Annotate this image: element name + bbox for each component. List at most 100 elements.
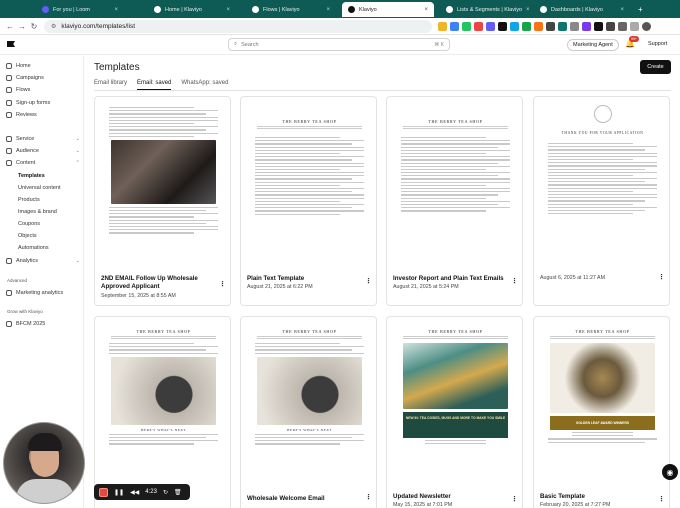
template-card[interactable]: THE BERRY TEA SHOP HERE'S WHAT'S NEXT — [94, 316, 231, 508]
more-options-icon[interactable]: ⋮ — [511, 495, 518, 503]
sidebar-item-content[interactable]: Content ⌃ — [6, 157, 80, 168]
more-options-icon[interactable]: ⋮ — [219, 280, 226, 288]
site-info-icon[interactable]: ⚙ — [51, 23, 56, 30]
sidebar-sub-objects[interactable]: Objects — [18, 233, 37, 239]
sidebar-sub-images-brand[interactable]: Images & brand — [18, 209, 57, 215]
search-shortcut: ⌘ K — [434, 41, 444, 48]
extension-icon[interactable] — [486, 22, 495, 31]
extension-icon[interactable] — [522, 22, 531, 31]
close-icon[interactable]: × — [620, 7, 624, 13]
sidebar-item-home[interactable]: Home — [6, 60, 80, 71]
extension-icon[interactable] — [630, 22, 639, 31]
sidebar-sub-automations[interactable]: Automations — [18, 245, 49, 251]
chevron-down-icon: ⌄ — [75, 135, 80, 142]
star-icon — [6, 111, 12, 118]
browser-tab-active[interactable]: Klaviyo × — [342, 2, 434, 17]
sidebar-item-service[interactable]: Service ⌄ — [6, 133, 80, 144]
trash-icon[interactable]: 🗑 — [174, 489, 182, 496]
preview-brand: THE BERRY TEA SHOP — [282, 119, 337, 124]
sidebar-sub-templates[interactable]: Templates — [18, 173, 45, 179]
extension-icon[interactable] — [546, 22, 555, 31]
close-icon[interactable]: × — [526, 7, 530, 13]
back-icon[interactable]: ← — [4, 22, 16, 31]
restart-icon[interactable]: ↻ — [163, 489, 168, 496]
reload-icon[interactable]: ↻ — [28, 22, 40, 31]
bell-icon[interactable]: 🔔 99+ — [625, 36, 639, 48]
close-icon[interactable]: × — [424, 7, 428, 13]
search-input[interactable]: ⌕ Search ⌘ K — [228, 38, 450, 51]
extension-icon[interactable] — [498, 22, 507, 31]
sidebar-sub-products[interactable]: Products — [18, 197, 40, 203]
app-header: ⌕ Search ⌘ K Marketing Agent 🔔 99+ Suppo… — [0, 35, 680, 55]
browser-tab[interactable]: Lists & Segments | Klaviyo × — [440, 2, 530, 17]
sidebar-item-label: Reviews — [16, 111, 37, 118]
create-button[interactable]: Create — [640, 60, 671, 74]
more-options-icon[interactable]: ⋮ — [658, 273, 665, 281]
tab-email-library[interactable]: Email library — [94, 80, 127, 90]
extension-icon[interactable] — [462, 22, 471, 31]
template-preview — [103, 99, 224, 265]
extension-icon[interactable] — [618, 22, 627, 31]
template-card[interactable]: THE BERRY TEA SHOP HERE'S WHAT'S NEXT Wh… — [240, 316, 377, 508]
more-options-icon[interactable]: ⋮ — [365, 277, 372, 285]
extension-icon[interactable] — [450, 22, 459, 31]
marketing-agent-button[interactable]: Marketing Agent — [567, 39, 619, 51]
new-tab-button[interactable]: + — [632, 2, 646, 17]
webcam-bubble[interactable] — [3, 422, 85, 504]
close-icon[interactable]: × — [114, 7, 118, 13]
audience-icon — [6, 147, 12, 154]
extension-icon[interactable] — [594, 22, 603, 31]
loom-icon — [42, 6, 49, 13]
template-card[interactable]: THE BERRY TEA SHOP GOLDEN LEAF AWARD WIN… — [533, 316, 670, 508]
sidebar-item-signup-forms[interactable]: Sign-up forms — [6, 97, 80, 108]
klaviyo-logo[interactable] — [7, 41, 15, 47]
sidebar-sub-universal-content[interactable]: Universal content — [18, 185, 61, 191]
sidebar-item-label: Analytics — [16, 257, 39, 264]
extension-icon[interactable] — [534, 22, 543, 31]
browser-tab[interactable]: Home | Klaviyo × — [148, 2, 236, 17]
sidebar-sub-coupons[interactable]: Coupons — [18, 221, 40, 227]
sidebar-item-marketing-analytics[interactable]: Marketing analytics — [6, 287, 80, 298]
more-options-icon[interactable]: ⋮ — [365, 493, 372, 501]
more-options-icon[interactable]: ⋮ — [658, 495, 665, 503]
browser-tab[interactable]: For you | Loom × — [36, 2, 124, 17]
template-card[interactable]: THE BERRY TEA SHOP NEW IN: TEA COSIES, M… — [386, 316, 523, 508]
extension-icon[interactable] — [582, 22, 591, 31]
sidebar-item-audience[interactable]: Audience ⌄ — [6, 145, 80, 156]
close-icon[interactable]: × — [226, 7, 230, 13]
tab-label: Home | Klaviyo — [165, 6, 202, 13]
preview-brand: THE BERRY TEA SHOP — [428, 119, 483, 124]
support-link[interactable]: Support — [648, 41, 667, 47]
tab-email-saved[interactable]: Email: saved — [137, 80, 172, 90]
help-chat-icon[interactable]: ◉ — [662, 464, 678, 480]
sidebar-item-flows[interactable]: Flows — [6, 84, 80, 95]
sidebar-item-reviews[interactable]: Reviews — [6, 109, 80, 120]
browser-tab[interactable]: Flows | Klaviyo × — [246, 2, 336, 17]
extension-icon[interactable] — [474, 22, 483, 31]
sidebar-item-campaigns[interactable]: Campaigns — [6, 72, 80, 83]
template-card[interactable]: THE BERRY TEA SHOP Investor Report and P… — [386, 96, 523, 306]
stop-recording-button[interactable] — [99, 487, 108, 497]
browser-tab[interactable]: Dashboards | Klaviyo × — [534, 2, 630, 17]
template-card[interactable]: THE BERRY TEA SHOP Plain Text Template A… — [240, 96, 377, 306]
template-card[interactable]: THANK YOU FOR YOUR APPLICATION August 6,… — [533, 96, 670, 306]
rewind-icon[interactable]: ◀◀ — [130, 489, 139, 496]
sidebar-item-bfcm[interactable]: BFCM 2025 — [6, 318, 80, 329]
forward-icon[interactable]: → — [16, 22, 28, 31]
template-preview: THE BERRY TEA SHOP — [395, 99, 516, 265]
more-options-icon[interactable]: ⋮ — [511, 277, 518, 285]
extension-icon[interactable] — [558, 22, 567, 31]
tab-whatsapp-saved[interactable]: WhatsApp: saved — [181, 80, 228, 90]
close-icon[interactable]: × — [326, 7, 330, 13]
search-placeholder: Search — [241, 41, 259, 48]
extension-icon[interactable] — [606, 22, 615, 31]
sidebar-item-analytics[interactable]: Analytics ⌄ — [6, 255, 80, 266]
extension-icon[interactable] — [570, 22, 579, 31]
campaigns-icon — [6, 74, 12, 81]
extension-icon[interactable] — [510, 22, 519, 31]
profile-avatar[interactable] — [642, 22, 651, 31]
template-card[interactable]: 2ND EMAIL Follow Up Wholesale Approved A… — [94, 96, 231, 306]
extension-icon[interactable] — [438, 22, 447, 31]
address-bar[interactable]: ⚙ klaviyo.com/templates/list — [44, 20, 432, 33]
pause-icon[interactable]: ❚❚ — [114, 489, 124, 496]
